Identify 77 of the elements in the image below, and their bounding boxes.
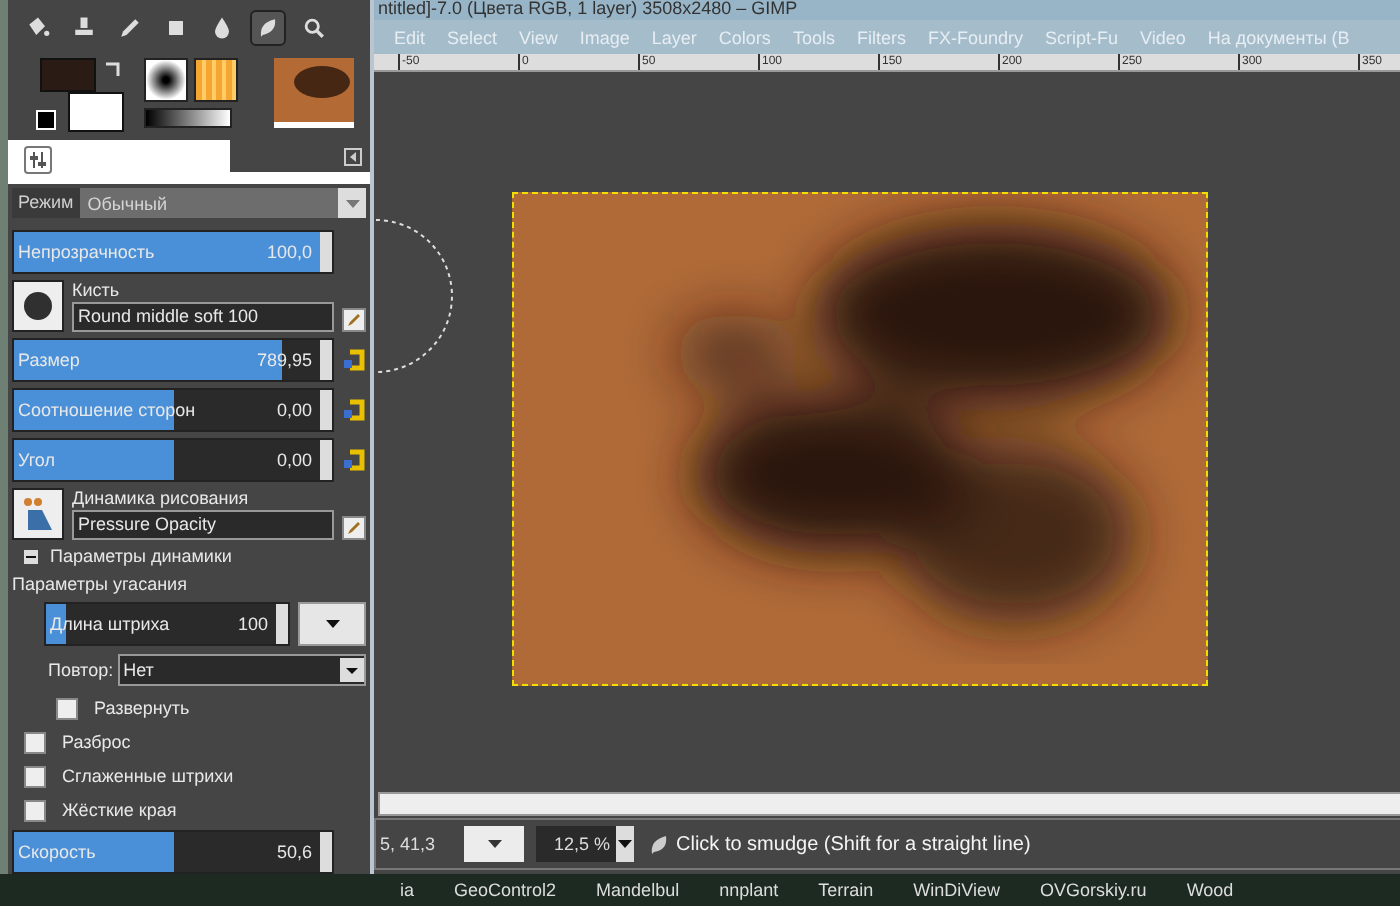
- checkbox[interactable]: [56, 697, 78, 719]
- checkbox-label: Сглаженные штрихи: [62, 766, 234, 786]
- chain-link-icon[interactable]: [342, 398, 366, 422]
- taskbar-item[interactable]: nnplant: [719, 880, 779, 900]
- taskbar-item[interactable]: Wood: [1186, 880, 1234, 900]
- tool-button[interactable]: [250, 10, 286, 46]
- image-thumbnail[interactable]: [274, 58, 354, 128]
- pattern-preview[interactable]: [194, 58, 238, 102]
- minus-icon: [26, 551, 36, 561]
- swap-arrows-icon[interactable]: [104, 58, 124, 78]
- taskbar-item[interactable]: Mandelbul: [596, 880, 680, 900]
- brush-preview[interactable]: [144, 58, 188, 102]
- foreground-color-swatch[interactable]: [40, 58, 96, 92]
- pencil-icon: [116, 14, 144, 42]
- checkbox[interactable]: [24, 765, 46, 787]
- chain-link-icon[interactable]: [342, 348, 366, 372]
- pencil-icon[interactable]: [342, 308, 366, 332]
- zoom-dropdown[interactable]: [616, 826, 634, 862]
- caret-icon: [487, 840, 501, 848]
- dynamics-button[interactable]: [12, 488, 64, 540]
- checkbox[interactable]: [24, 731, 46, 753]
- slider-label: Непрозрачность: [18, 242, 155, 262]
- dynamics-icon: [18, 494, 58, 534]
- gradient-preview[interactable]: [144, 108, 232, 128]
- pointer-coordinates: 5, 41,3: [380, 834, 438, 854]
- slider[interactable]: Угол 0,00: [12, 438, 334, 482]
- brush-button[interactable]: [12, 280, 64, 332]
- background-color-swatch[interactable]: [68, 92, 124, 132]
- text-field[interactable]: Round middle soft 100: [72, 302, 334, 332]
- taskbar-item[interactable]: GeoControl2: [454, 880, 557, 900]
- dropdown-button[interactable]: [338, 188, 366, 218]
- chain-link-icon[interactable]: [342, 448, 366, 472]
- mode-label: Режим: [12, 188, 80, 218]
- slider-label: Размер: [18, 350, 80, 370]
- status-message: Click to smudge (Shift for a straight line): [676, 833, 1031, 855]
- slider[interactable]: Скорость 50,6: [12, 830, 334, 874]
- zoom-field[interactable]: 12,5 %: [536, 826, 616, 862]
- taskbar-item[interactable]: ia: [400, 880, 415, 900]
- window-title: ntitled]-7.0 (Цвета RGB, 1 layer) 3508x2480 – GIMP: [374, 0, 1400, 20]
- brush-outline-icon: [374, 218, 454, 374]
- slider-value: 100,0: [266, 242, 312, 262]
- horizontal-scrollbar[interactable]: [378, 792, 1400, 816]
- unit-dropdown[interactable]: [464, 826, 524, 862]
- checkbox-label: Развернуть: [94, 698, 190, 718]
- tab-menu-icon[interactable]: [344, 147, 362, 165]
- smudge-icon: [646, 832, 670, 856]
- slider-value: 100: [237, 614, 268, 634]
- field-label: Повтор:: [48, 660, 114, 680]
- slider-value: 50,6: [276, 842, 312, 862]
- taskbar-item[interactable]: OVGorskiy.ru: [1039, 880, 1147, 900]
- caret-icon: [345, 199, 359, 207]
- caret-icon: [340, 658, 364, 682]
- caret-icon: [618, 840, 632, 848]
- slider-label: Угол: [18, 450, 55, 470]
- group-label: Параметры угасания: [12, 574, 189, 594]
- slider-value: 0,00: [276, 450, 312, 470]
- taskbar-item[interactable]: Terrain: [818, 880, 874, 900]
- dropdown-field[interactable]: Нет: [117, 654, 366, 686]
- bucket-icon: [24, 14, 52, 42]
- field-label: Кисть: [72, 280, 122, 300]
- slider-label: Скорость: [18, 842, 96, 862]
- expander-label: Параметры динамики: [50, 546, 232, 566]
- taskbar-item[interactable]: WinDiView: [913, 880, 1000, 900]
- checkbox[interactable]: [24, 799, 46, 821]
- slider-value: 0,00: [276, 400, 312, 420]
- caret-icon: [325, 620, 339, 628]
- checkbox-label: Жёсткие края: [62, 800, 177, 820]
- mode-value[interactable]: Обычный: [79, 193, 338, 213]
- pencil-icon[interactable]: [342, 516, 366, 540]
- text-field[interactable]: Pressure Opacity: [72, 510, 334, 540]
- magnifier-icon: [300, 14, 328, 42]
- default-colors-icon[interactable]: [36, 110, 56, 130]
- brush-dot-icon: [18, 286, 58, 326]
- collapse-toggle-icon[interactable]: [24, 549, 38, 563]
- field-label: Динамика рисования: [72, 488, 251, 508]
- tool-options-tab[interactable]: [24, 146, 52, 174]
- checkbox-label: Разброс: [62, 732, 131, 752]
